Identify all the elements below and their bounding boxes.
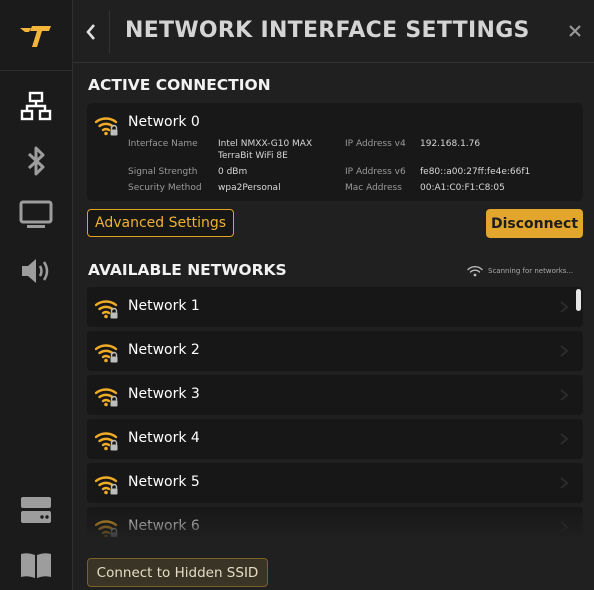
network-list-item[interactable]: Network 1 (87, 287, 583, 327)
close-button[interactable] (566, 22, 584, 40)
disconnect-button[interactable]: Disconnect (486, 209, 583, 238)
network-list-item[interactable]: Network 5 (87, 463, 583, 503)
chevron-right-icon (560, 389, 569, 401)
network-name: Network 1 (128, 298, 200, 314)
sidebar-item-manual[interactable] (18, 547, 54, 583)
scanning-text: Scanning for networks... (488, 267, 574, 275)
chevron-right-icon (560, 345, 569, 357)
signal-strength-label: Signal Strength (128, 167, 198, 177)
mac-label: Mac Address (345, 183, 402, 193)
sidebar-item-audio[interactable] (18, 253, 54, 289)
chevron-right-icon (560, 521, 569, 533)
bluetooth-icon (27, 146, 45, 176)
available-networks-title: AVAILABLE NETWORKS (88, 261, 287, 279)
sidebar (0, 0, 73, 590)
sidebar-item-bluetooth[interactable] (18, 143, 54, 179)
chevron-right-icon (560, 433, 569, 445)
sidebar-item-network[interactable] (18, 88, 54, 124)
interface-name-line1: Intel NMXX-G10 MAX (218, 139, 313, 149)
network-list[interactable]: Network 1 Network 2 Network 3 Network 4 Netw… (87, 287, 583, 537)
network-list-item[interactable]: Network 3 (87, 375, 583, 415)
ipv6-label: IP Address v6 (345, 167, 406, 177)
wifi-secured-icon (94, 300, 118, 319)
sidebar-item-display[interactable] (18, 197, 54, 233)
connect-hidden-ssid-button[interactable]: Connect to Hidden SSID (87, 558, 268, 587)
network-list-item[interactable]: Network 2 (87, 331, 583, 371)
advanced-settings-button[interactable]: Advanced Settings (87, 209, 234, 237)
wifi-secured-icon (94, 476, 118, 495)
book-icon (21, 553, 51, 578)
ipv4-label: IP Address v4 (345, 139, 406, 149)
security-method-label: Security Method (128, 183, 202, 193)
scanning-indicator: Scanning for networks... (467, 265, 573, 277)
active-connection-card: Network 0 Interface Name Intel NMXX-G10 … (87, 103, 583, 201)
wifi-secured-icon (94, 520, 118, 537)
sidebar-divider (0, 70, 72, 71)
page-title: NETWORK INTERFACE SETTINGS (125, 18, 530, 43)
chevron-right-icon (560, 477, 569, 489)
network-icon (20, 91, 52, 121)
signal-strength-value: 0 dBm (218, 167, 248, 177)
speaker-icon (22, 259, 49, 283)
storage-icon (21, 497, 51, 523)
back-button[interactable] (73, 10, 110, 54)
ipv6-value: fe80::a00:27ff:fe4e:66f1 (420, 167, 531, 177)
network-name: Network 4 (128, 430, 200, 446)
network-name: Network 6 (128, 518, 200, 534)
wifi-secured-icon (94, 432, 118, 451)
ipv4-value: 192.168.1.76 (420, 139, 481, 149)
mac-value: 00:A1:C0:F1:C8:05 (420, 183, 505, 193)
active-network-name: Network 0 (128, 114, 200, 130)
network-list-item[interactable]: Network 6 (87, 507, 583, 537)
wifi-secured-icon (94, 388, 118, 407)
chevron-right-icon (560, 301, 569, 313)
scrollbar-thumb[interactable] (576, 289, 581, 311)
interface-name-label: Interface Name (128, 139, 198, 149)
wifi-scan-icon (467, 265, 483, 277)
interface-name-value: Intel NMXX-G10 MAX TerraBit WiFi 8E (218, 138, 312, 162)
active-connection-title: ACTIVE CONNECTION (88, 76, 271, 94)
wifi-secured-icon (94, 117, 118, 136)
wifi-secured-icon (94, 344, 118, 363)
sidebar-item-storage[interactable] (18, 492, 54, 528)
monitor-icon (19, 200, 53, 228)
network-name: Network 2 (128, 342, 200, 358)
close-icon (569, 25, 581, 37)
brand-logo-icon (18, 22, 54, 50)
interface-name-line2: TerraBit WiFi 8E (218, 151, 288, 161)
chevron-left-icon (86, 24, 95, 40)
header: NETWORK INTERFACE SETTINGS (73, 0, 594, 63)
security-method-value: wpa2Personal (218, 183, 281, 193)
network-name: Network 5 (128, 474, 200, 490)
network-name: Network 3 (128, 386, 200, 402)
network-list-item[interactable]: Network 4 (87, 419, 583, 459)
main-panel: NETWORK INTERFACE SETTINGS ACTIVE CONNEC… (73, 0, 594, 590)
